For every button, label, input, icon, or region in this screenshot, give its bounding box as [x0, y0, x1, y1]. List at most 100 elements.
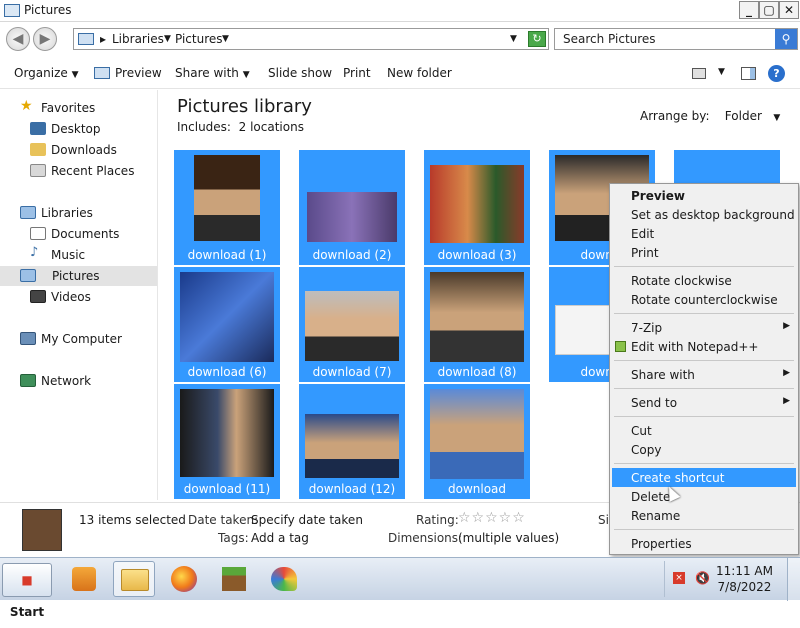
- image-thumbnail: [180, 272, 274, 362]
- menu-item-cut[interactable]: Cut: [612, 421, 796, 440]
- menu-item-edit-with-notepadpp[interactable]: Edit with Notepad++: [612, 337, 796, 356]
- refresh-icon[interactable]: ↻: [528, 31, 546, 47]
- image-thumbnail: [430, 272, 524, 362]
- taskbar-media-player[interactable]: [64, 561, 106, 597]
- maximize-button[interactable]: ▢: [759, 1, 779, 19]
- file-name: download (7): [312, 365, 392, 379]
- tags-value[interactable]: Add a tag: [251, 531, 309, 545]
- taskbar: ■ Start × 🔇 11:11 AM 7/8/2022: [0, 557, 800, 619]
- back-button[interactable]: ◀: [6, 27, 30, 51]
- file-name: download (8): [437, 365, 517, 379]
- file-name: download (1): [187, 248, 267, 262]
- taskbar-firefox[interactable]: [164, 561, 206, 597]
- breadcrumb-libraries[interactable]: Libraries: [112, 32, 164, 46]
- pictures-icon: [20, 269, 36, 282]
- tags-label: Tags:: [218, 531, 249, 545]
- print-button[interactable]: Print: [343, 66, 371, 80]
- menu-item-edit[interactable]: Edit: [612, 224, 796, 243]
- action-center-icon[interactable]: ×: [673, 572, 685, 584]
- clock-time: 11:11 AM: [716, 564, 773, 578]
- forward-button[interactable]: ▶: [33, 27, 57, 51]
- rating-stars[interactable]: ☆☆☆☆☆: [458, 510, 526, 526]
- slide-show-button[interactable]: Slide show: [268, 66, 332, 80]
- menu-separator: [614, 416, 794, 417]
- arrange-by: Arrange by: Folder ▼: [640, 109, 781, 123]
- new-folder-button[interactable]: New folder: [387, 66, 452, 80]
- submenu-arrow-icon: ▶: [783, 321, 790, 331]
- menu-item-share-with[interactable]: Share with ▶: [612, 365, 796, 384]
- file-item[interactable]: download: [424, 384, 530, 499]
- view-options-dropdown-icon[interactable]: ▼: [718, 67, 725, 77]
- menu-item-send-to[interactable]: Send to ▶: [612, 393, 796, 412]
- locations-link[interactable]: 2 locations: [239, 120, 304, 134]
- arrange-by-dropdown[interactable]: Folder ▼: [725, 109, 780, 123]
- nav-pictures[interactable]: Pictures: [0, 266, 157, 286]
- file-item[interactable]: download (8): [424, 267, 530, 382]
- address-history-dropdown-icon[interactable]: ▼: [510, 34, 517, 44]
- menu-item-create-shortcut[interactable]: Create shortcut: [612, 468, 796, 487]
- file-item[interactable]: download (6): [174, 267, 280, 382]
- speaker-muted-icon[interactable]: 🔇: [695, 571, 710, 585]
- file-item[interactable]: download (7): [299, 267, 405, 382]
- menu-item-print[interactable]: Print: [612, 243, 796, 262]
- music-icon: ♪: [30, 245, 39, 260]
- clock-date: 7/8/2022: [717, 580, 772, 594]
- chevron-down-icon[interactable]: ▼: [164, 34, 171, 44]
- menu-item-7zip[interactable]: 7-Zip ▶: [612, 318, 796, 337]
- system-tray: × 🔇: [664, 561, 716, 597]
- preview-pane-icon[interactable]: [741, 67, 756, 80]
- documents-icon: [30, 227, 46, 240]
- menu-item-preview[interactable]: Preview: [612, 186, 796, 205]
- search-input[interactable]: Search Pictures ⚲: [554, 28, 798, 50]
- file-item[interactable]: download (3): [424, 150, 530, 265]
- taskbar-minecraft[interactable]: [214, 561, 256, 597]
- share-with-button[interactable]: Share with ▼: [175, 66, 250, 80]
- menu-item-copy[interactable]: Copy: [612, 440, 796, 459]
- menu-separator: [614, 360, 794, 361]
- file-name: download (11): [183, 482, 271, 496]
- breadcrumb-pictures[interactable]: Pictures: [175, 32, 223, 46]
- libraries-icon: [20, 206, 36, 219]
- file-name: download (6): [187, 365, 267, 379]
- image-thumbnail: [305, 291, 399, 361]
- menu-item-rotate-counterclockwise[interactable]: Rotate counterclockwise: [612, 290, 796, 309]
- file-name: download: [447, 482, 507, 496]
- chevron-down-icon[interactable]: ▼: [222, 34, 229, 44]
- file-name: download (12): [308, 482, 396, 496]
- file-item[interactable]: download (12): [299, 384, 405, 499]
- submenu-arrow-icon: ▶: [783, 396, 790, 406]
- taskbar-explorer[interactable]: [113, 561, 155, 597]
- preview-button[interactable]: Preview: [115, 66, 162, 80]
- change-view-icon[interactable]: [692, 68, 706, 79]
- file-item[interactable]: download (2): [299, 150, 405, 265]
- taskbar-paint[interactable]: [264, 561, 306, 597]
- dimensions-label: Dimensions:: [388, 531, 463, 545]
- explorer-folder-icon: [121, 569, 149, 591]
- file-name: download (2): [312, 248, 392, 262]
- start-button[interactable]: ■ Start: [2, 563, 52, 619]
- downloads-folder-icon: [30, 143, 46, 156]
- date-taken-value[interactable]: Specify date taken: [251, 513, 363, 527]
- menu-item-rename[interactable]: Rename: [612, 506, 796, 525]
- clock[interactable]: 11:11 AM 7/8/2022: [716, 563, 773, 595]
- menu-item-rotate-clockwise[interactable]: Rotate clockwise: [612, 271, 796, 290]
- file-item[interactable]: download (11): [174, 384, 280, 499]
- menu-item-set-desktop-background[interactable]: Set as desktop background: [612, 205, 796, 224]
- show-desktop-button[interactable]: [787, 558, 800, 601]
- menu-separator: [614, 313, 794, 314]
- image-thumbnail: [307, 192, 397, 242]
- chevron-right-icon[interactable]: ▸: [100, 32, 106, 46]
- minimize-button[interactable]: _: [739, 1, 759, 19]
- menu-item-properties[interactable]: Properties: [612, 534, 796, 553]
- menu-separator: [614, 388, 794, 389]
- file-item[interactable]: download (1): [174, 150, 280, 265]
- image-thumbnail: [180, 389, 274, 477]
- title-bar: Pictures _ ▢ ✕: [0, 0, 800, 22]
- close-button[interactable]: ✕: [779, 1, 799, 19]
- help-icon[interactable]: ?: [768, 65, 785, 82]
- image-thumbnail: [194, 155, 260, 241]
- address-field[interactable]: ▸ Libraries ▼ Pictures ▼ ▼ ↻: [73, 28, 549, 50]
- search-icon[interactable]: ⚲: [775, 29, 797, 49]
- menu-item-delete[interactable]: Delete: [612, 487, 796, 506]
- organize-button[interactable]: Organize ▼: [14, 66, 79, 80]
